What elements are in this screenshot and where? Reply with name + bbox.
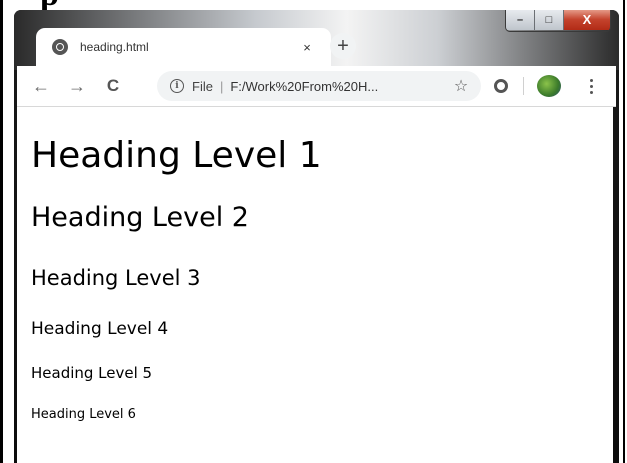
more-menu-icon[interactable] <box>585 76 597 96</box>
close-window-button[interactable]: X <box>564 10 610 30</box>
reload-icon[interactable]: C <box>103 76 123 96</box>
heading-level-4: Heading Level 4 <box>31 319 169 339</box>
back-arrow-icon[interactable]: ← <box>31 76 51 96</box>
info-icon[interactable]: i <box>170 79 184 93</box>
heading-level-3: Heading Level 3 <box>31 266 201 290</box>
page-content: Heading Level 1 Heading Level 2 Heading … <box>17 107 613 463</box>
address-bar[interactable]: i File | F:/Work%20From%20H... ☆ <box>157 71 481 101</box>
profile-avatar[interactable] <box>537 75 561 97</box>
right-border-line <box>623 0 625 463</box>
maximize-button[interactable]: □ <box>535 10 564 30</box>
heading-level-1: Heading Level 1 <box>31 135 322 176</box>
url-separator: | <box>219 78 224 94</box>
window-caption-buttons: – □ X <box>505 10 611 32</box>
left-border-line <box>0 0 3 463</box>
browser-toolbar: ← → C i File | F:/Work%20From%20H... ☆ <box>17 66 616 107</box>
tab-heading-html[interactable]: heading.html × <box>36 28 331 66</box>
new-tab-button[interactable]: + <box>330 33 356 59</box>
url-scheme-label: File <box>192 78 213 94</box>
browser-window: – □ X heading.html × + ← → C i File | F:… <box>14 10 619 463</box>
heading-level-6: Heading Level 6 <box>31 407 136 422</box>
url-text[interactable]: F:/Work%20From%20H... <box>230 79 451 94</box>
tab-title: heading.html <box>80 40 149 54</box>
extension-circle-icon[interactable] <box>494 79 508 93</box>
toolbar-divider <box>523 77 524 95</box>
globe-icon <box>52 39 68 55</box>
forward-arrow-icon[interactable]: → <box>67 76 87 96</box>
heading-level-2: Heading Level 2 <box>31 202 249 233</box>
minimize-button[interactable]: – <box>506 10 535 30</box>
bookmark-star-icon[interactable]: ☆ <box>451 76 471 96</box>
heading-level-5: Heading Level 5 <box>31 364 153 382</box>
tab-close-icon[interactable]: × <box>299 39 315 55</box>
